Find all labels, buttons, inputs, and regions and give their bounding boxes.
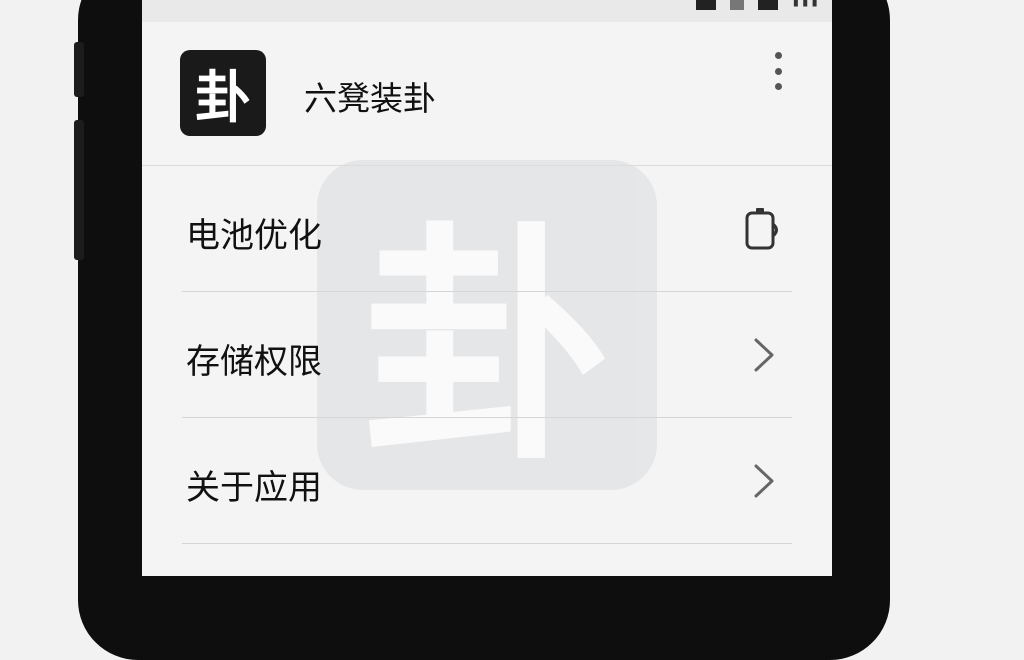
app-icon: 卦: [180, 50, 266, 136]
signal-icon: [695, 0, 716, 10]
volume-down-button: [74, 120, 84, 260]
status-bar: ▮▮▮: [142, 0, 832, 22]
battery-icon: [745, 208, 778, 250]
app-name: 六凳装卦: [304, 79, 436, 118]
status-icons: ▮▮▮: [695, 0, 820, 10]
volume-up-button: [74, 42, 84, 97]
settings-item-label: 关于应用: [186, 468, 322, 508]
settings-item-label: 存储权限: [186, 342, 322, 382]
row-divider: [182, 543, 792, 544]
battery-status-icon: [757, 0, 778, 10]
more-options-icon[interactable]: [770, 52, 786, 90]
wifi-icon: [729, 0, 744, 10]
settings-item-battery-optimization[interactable]: 电池优化: [142, 166, 832, 292]
phone-screen: ▮▮▮ 卦 卦 六凳装卦 电池优化 存储权限 关于应用: [142, 0, 832, 576]
settings-item-label: 电池优化: [186, 216, 322, 256]
settings-item-storage-permission[interactable]: 存储权限: [142, 292, 832, 418]
status-dots-icon: ▮▮▮: [791, 0, 820, 10]
app-header: 卦 六凳装卦: [142, 22, 832, 165]
chevron-right-icon: [754, 338, 774, 372]
chevron-right-icon: [754, 464, 774, 498]
settings-item-about-app[interactable]: 关于应用: [142, 418, 832, 544]
